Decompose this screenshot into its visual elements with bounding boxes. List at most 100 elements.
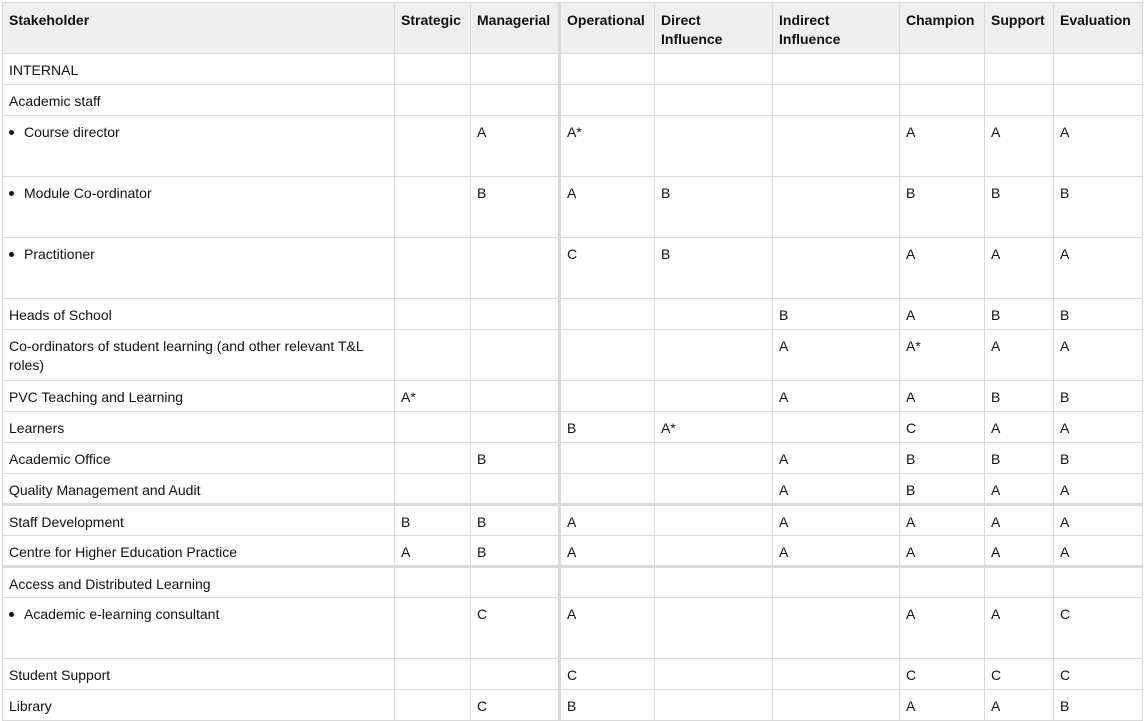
header-evaluation: Evaluation (1053, 2, 1143, 54)
table-row: Heads of School B A B B (2, 298, 1143, 330)
bullet-icon (9, 251, 14, 257)
stakeholder-label: Academic staff (9, 93, 101, 109)
rating-cell-managerial: A (470, 115, 561, 177)
rating-cell-direct-influence (654, 298, 773, 330)
rating-cell-indirect-influence (772, 566, 900, 598)
stakeholder-cell: Academic Office (2, 442, 395, 474)
rating-cell-champion: A (899, 535, 985, 568)
rating-cell-champion: B (899, 176, 985, 238)
rating-cell-champion: B (899, 442, 985, 474)
rating-cell-operational: A (559, 176, 655, 238)
rating-cell-operational (559, 442, 655, 474)
stakeholder-label: Staff Development (9, 514, 124, 530)
rating-cell-support: A (984, 504, 1054, 536)
rating-cell-operational: A (559, 504, 655, 536)
rating-cell-operational: C (559, 237, 655, 299)
table-row: Academic e-learning consultant C A A A C (2, 597, 1143, 659)
header-managerial: Managerial (470, 2, 561, 54)
rating-cell-direct-influence (654, 115, 773, 177)
rating-cell-support: C (984, 658, 1054, 690)
rating-cell-evaluation: B (1053, 689, 1143, 721)
rating-cell-champion: A (899, 380, 985, 412)
bullet-icon (9, 611, 14, 617)
rating-cell-managerial (470, 329, 561, 381)
rating-cell-evaluation: C (1053, 658, 1143, 690)
rating-cell-support: A (984, 535, 1054, 568)
table-row: PVC Teaching and Learning A* A A B B (2, 380, 1143, 412)
rating-cell-support: A (984, 237, 1054, 299)
stakeholder-cell: Quality Management and Audit (2, 473, 395, 506)
rating-cell-indirect-influence (772, 237, 900, 299)
stakeholder-label: Library (9, 698, 52, 714)
stakeholder-label: Heads of School (9, 307, 112, 323)
rating-cell-champion (899, 84, 985, 116)
rating-cell-champion: C (899, 411, 985, 443)
rating-cell-support: A (984, 473, 1054, 506)
table-body: INTERNAL Academic staff Course director A A*… (2, 53, 1143, 721)
table-row: INTERNAL (2, 53, 1143, 85)
rating-cell-managerial: B (470, 504, 561, 536)
rating-cell-evaluation: A (1053, 329, 1143, 381)
rating-cell-managerial: C (470, 689, 561, 721)
rating-cell-support: B (984, 176, 1054, 238)
rating-cell-strategic (394, 329, 471, 381)
stakeholder-cell: Heads of School (2, 298, 395, 330)
rating-cell-direct-influence (654, 84, 773, 116)
rating-cell-support (984, 53, 1054, 85)
stakeholder-cell: PVC Teaching and Learning (2, 380, 395, 412)
header-support: Support (984, 2, 1054, 54)
rating-cell-managerial (470, 473, 561, 506)
rating-cell-direct-influence (654, 329, 773, 381)
rating-cell-operational: B (559, 689, 655, 721)
rating-cell-evaluation: C (1053, 597, 1143, 659)
stakeholder-label: Quality Management and Audit (9, 482, 201, 498)
rating-cell-strategic: A (394, 535, 471, 568)
stakeholder-label: Learners (9, 420, 65, 436)
stakeholder-cell: INTERNAL (2, 53, 395, 85)
stakeholder-label: Course director (24, 124, 120, 140)
rating-cell-operational: A (559, 535, 655, 568)
rating-cell-indirect-influence (772, 115, 900, 177)
rating-cell-strategic (394, 597, 471, 659)
rating-cell-direct-influence: B (654, 176, 773, 238)
rating-cell-evaluation: B (1053, 176, 1143, 238)
rating-cell-direct-influence (654, 380, 773, 412)
rating-cell-strategic (394, 442, 471, 474)
table-row: Access and Distributed Learning (2, 566, 1143, 598)
stakeholder-cell: Co-ordinators of student learning (and o… (2, 329, 395, 381)
rating-cell-managerial: B (470, 535, 561, 568)
table-row: Centre for Higher Education Practice A B A A… (2, 535, 1143, 568)
rating-cell-managerial (470, 658, 561, 690)
rating-cell-managerial: B (470, 176, 561, 238)
stakeholder-cell: Library (2, 689, 395, 721)
stakeholder-label: Module Co-ordinator (24, 185, 152, 201)
rating-cell-strategic (394, 473, 471, 506)
rating-cell-evaluation: B (1053, 298, 1143, 330)
rating-cell-support (984, 566, 1054, 598)
rating-cell-direct-influence (654, 53, 773, 85)
rating-cell-support: B (984, 380, 1054, 412)
rating-cell-support: A (984, 329, 1054, 381)
rating-cell-support: A (984, 597, 1054, 659)
rating-cell-support: A (984, 411, 1054, 443)
rating-cell-strategic (394, 658, 471, 690)
rating-cell-strategic (394, 689, 471, 721)
rating-cell-strategic (394, 176, 471, 238)
table-row: Module Co-ordinator B A B B B B (2, 176, 1143, 238)
rating-cell-managerial: B (470, 442, 561, 474)
rating-cell-support: A (984, 689, 1054, 721)
rating-cell-indirect-influence (772, 84, 900, 116)
stakeholder-label: Student Support (9, 667, 111, 683)
table-row: Academic Office B A B B B (2, 442, 1143, 474)
stakeholder-label: Academic e-learning consultant (24, 606, 220, 622)
rating-cell-support: A (984, 115, 1054, 177)
rating-cell-champion: A (899, 237, 985, 299)
rating-cell-indirect-influence: A (772, 380, 900, 412)
bullet-icon (9, 190, 14, 196)
rating-cell-champion: C (899, 658, 985, 690)
rating-cell-direct-influence (654, 566, 773, 598)
rating-cell-direct-influence (654, 473, 773, 506)
rating-cell-champion: A (899, 115, 985, 177)
rating-cell-direct-influence (654, 535, 773, 568)
rating-cell-direct-influence (654, 504, 773, 536)
